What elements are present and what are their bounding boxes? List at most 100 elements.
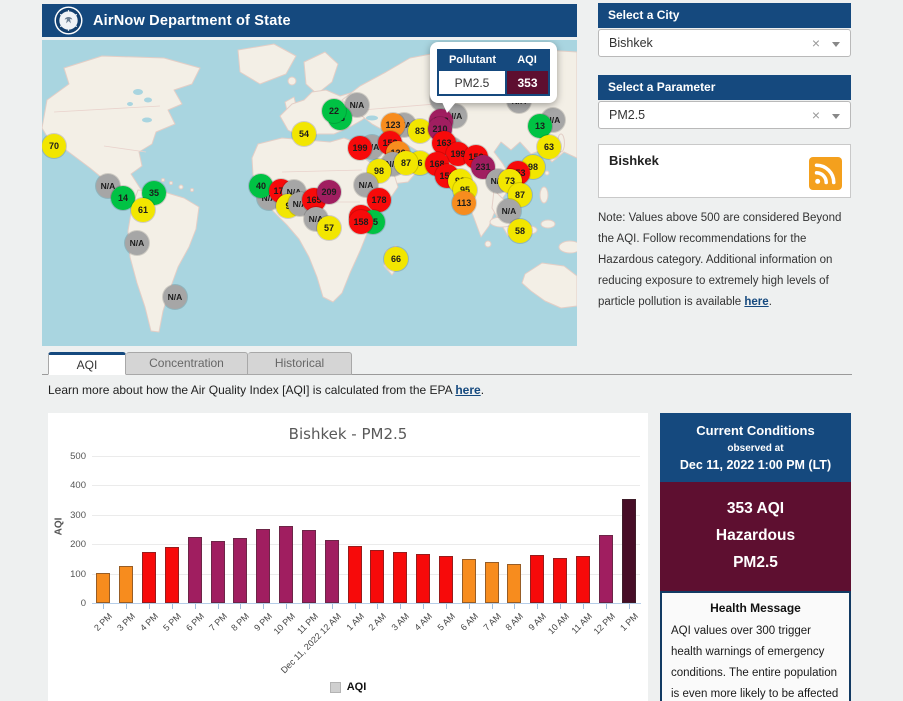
sidebar-here-link[interactable]: here xyxy=(744,296,768,308)
chart-bar[interactable] xyxy=(553,558,567,603)
health-message-box: Health Message AQI values over 300 trigg… xyxy=(660,591,851,701)
chart-x-tick-label: 11 AM xyxy=(569,611,594,636)
chart-x-tick-label: 10 AM xyxy=(546,611,571,636)
chart-bar[interactable] xyxy=(256,529,270,603)
chart-bar[interactable] xyxy=(416,554,430,603)
aqi-marker[interactable]: 70 xyxy=(42,134,66,158)
chart-bar[interactable] xyxy=(485,562,499,603)
chart-bar[interactable] xyxy=(530,555,544,603)
chart-x-tick xyxy=(195,604,196,609)
aqi-marker[interactable]: 113 xyxy=(452,191,476,215)
aqi-marker[interactable]: 63 xyxy=(537,135,561,159)
chart-x-tick xyxy=(560,604,561,609)
chart-bar[interactable] xyxy=(96,573,110,603)
chart-x-tick xyxy=(355,604,356,609)
chart-bar[interactable] xyxy=(507,564,521,603)
sidebar: Select a City Bishkek × Select a Paramet… xyxy=(598,3,851,313)
parameter-clear-icon[interactable]: × xyxy=(812,102,820,128)
chart-bar[interactable] xyxy=(279,526,293,603)
epa-here-link[interactable]: here xyxy=(455,383,480,397)
chart-x-tick-label: 4 AM xyxy=(413,611,435,633)
city-select[interactable]: Bishkek × xyxy=(598,29,851,57)
observed-at-date: Dec 11, 2022 1:00 PM (LT) xyxy=(666,458,845,472)
chart-bar[interactable] xyxy=(325,540,339,603)
chart-x-tick-label: 9 AM xyxy=(527,611,549,633)
chart-x-tick xyxy=(309,604,310,609)
parameter-select[interactable]: PM2.5 × xyxy=(598,101,851,129)
chart-x-tick xyxy=(218,604,219,609)
feed-city-name: Bishkek xyxy=(609,153,659,168)
health-message-title: Health Message xyxy=(671,601,840,615)
city-clear-icon[interactable]: × xyxy=(812,30,820,56)
aqi-marker[interactable]: 54 xyxy=(292,122,316,146)
chart-x-tick xyxy=(514,604,515,609)
tooltip-pollutant-header: Pollutant xyxy=(438,50,506,70)
chart-x-tick xyxy=(423,604,424,609)
tab-historical[interactable]: Historical xyxy=(248,352,352,375)
aqi-marker[interactable]: 58 xyxy=(508,219,532,243)
rss-feed-icon[interactable] xyxy=(809,157,842,190)
aqi-marker[interactable]: N/A xyxy=(125,231,149,255)
chart-bar[interactable] xyxy=(576,556,590,603)
tab-concentration[interactable]: Concentration xyxy=(126,352,248,375)
aqi-value-line: 353 AQI xyxy=(660,495,851,522)
tab-aqi[interactable]: AQI xyxy=(48,352,126,375)
world-map[interactable]: N/AN/AN/AN/AN/AN/AN/A70143561544322N/A12… xyxy=(42,40,577,346)
observed-at-label: observed at xyxy=(666,443,845,454)
chart-bar[interactable] xyxy=(370,550,384,603)
chart-bar[interactable] xyxy=(233,538,247,603)
view-tabs: AQI Concentration Historical xyxy=(48,352,352,375)
chart-bar[interactable] xyxy=(302,530,316,603)
chart-bar[interactable] xyxy=(393,552,407,603)
aqi-marker[interactable]: 209 xyxy=(317,180,341,204)
aqi-marker[interactable]: 57 xyxy=(317,216,341,240)
chart-x-tick xyxy=(240,604,241,609)
aqi-marker[interactable]: 66 xyxy=(384,247,408,271)
chart-x-tick xyxy=(606,604,607,609)
chart-gridline xyxy=(92,544,640,545)
chart-y-tick-label: 500 xyxy=(54,451,86,462)
parameter-select-value: PM2.5 xyxy=(609,108,645,122)
sidebar-note-suffix: . xyxy=(769,296,772,308)
chart-x-tick xyxy=(469,604,470,609)
aqi-marker[interactable]: 199 xyxy=(348,136,372,160)
chart-bar[interactable] xyxy=(599,535,613,603)
chart-bar[interactable] xyxy=(165,547,179,603)
city-caret-icon[interactable] xyxy=(832,42,840,51)
chart-x-axis xyxy=(92,603,641,604)
chart-bar[interactable] xyxy=(622,499,636,603)
chart-bar[interactable] xyxy=(211,541,225,603)
chart-bar[interactable] xyxy=(462,559,476,603)
chart-bar[interactable] xyxy=(119,566,133,603)
airnow-dos-page: AirNow Department of State xyxy=(0,0,903,701)
aqi-marker[interactable]: N/A xyxy=(163,285,187,309)
city-feed-card: Bishkek xyxy=(598,144,851,198)
chart-x-tick-label: 5 AM xyxy=(435,611,457,633)
aqi-bar-chart: Bishkek - PM2.5 AQI 01002003004005002 PM… xyxy=(48,413,648,701)
chart-x-tick xyxy=(332,604,333,609)
page-title: AirNow Department of State xyxy=(93,13,291,29)
chart-bar[interactable] xyxy=(439,556,453,603)
aqi-category-line: Hazardous xyxy=(660,522,851,549)
chart-y-tick-label: 100 xyxy=(54,569,86,580)
aqi-marker[interactable]: 61 xyxy=(131,198,155,222)
parameter-caret-icon[interactable] xyxy=(832,114,840,123)
learn-more-prefix: Learn more about how the Air Quality Ind… xyxy=(48,383,455,397)
chart-bar[interactable] xyxy=(348,546,362,603)
aqi-marker[interactable]: 158 xyxy=(349,210,373,234)
chart-title: Bishkek - PM2.5 xyxy=(48,425,648,443)
chart-bar[interactable] xyxy=(142,552,156,603)
map-tooltip: Pollutant AQI PM2.5 353 xyxy=(430,42,557,103)
chart-bar[interactable] xyxy=(188,537,202,603)
chart-y-tick-label: 300 xyxy=(54,510,86,521)
aqi-marker[interactable]: 87 xyxy=(394,151,418,175)
current-conditions-panel: Current Conditions observed at Dec 11, 2… xyxy=(660,413,851,701)
learn-more-suffix: . xyxy=(481,383,484,397)
chart-x-tick-label: 5 PM xyxy=(161,611,183,633)
aqi-marker[interactable]: 178 xyxy=(367,188,391,212)
aqi-marker[interactable]: 22 xyxy=(322,99,346,123)
chart-x-tick-label: 2 PM xyxy=(93,611,115,633)
current-conditions-header: Current Conditions observed at Dec 11, 2… xyxy=(660,413,851,482)
chart-x-tick-label: 6 PM xyxy=(184,611,206,633)
chart-x-tick xyxy=(537,604,538,609)
